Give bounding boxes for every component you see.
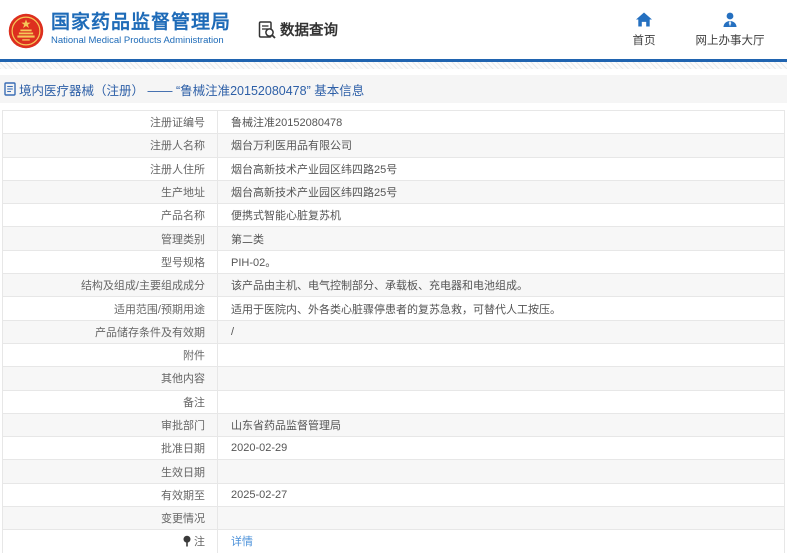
document-search-icon	[258, 20, 276, 39]
header: 国家药品监督管理局 National Medical Products Admi…	[0, 0, 787, 62]
row-value: 该产品由主机、电气控制部分、承载板、充电器和电池组成。	[231, 280, 528, 293]
data-query-button[interactable]: 数据查询	[257, 19, 338, 40]
row-label: 生产地址	[3, 180, 218, 204]
row-label: 备注	[3, 390, 218, 413]
row-value	[218, 460, 784, 482]
data-query-label: 数据查询	[280, 23, 339, 39]
row-value: 适用于医院内、外各类心脏骤停患者的复苏急救，可替代人工按压。	[231, 303, 561, 316]
row-label: 管理类别	[3, 227, 218, 250]
table-row: 注册人住所 烟台高新技术产业园区纬四路25号	[3, 157, 784, 181]
nav-service-hall[interactable]: 网上办事大厅	[687, 11, 773, 48]
row-label: 结构及组成/主要组成成分	[3, 274, 218, 297]
nav-service-hall-label: 网上办事大厅	[695, 35, 765, 47]
table-row: 生效日期	[3, 460, 784, 484]
row-label: 注	[3, 530, 218, 553]
site-title: 国家药品监督管理局	[51, 11, 232, 33]
row-value: 第二类	[231, 233, 264, 246]
row-value: 鲁械注准20152080478	[231, 117, 343, 130]
row-value: 烟台高新技术产业园区纬四路25号	[231, 163, 398, 176]
home-icon	[636, 12, 652, 27]
table-row: 变更情况	[3, 507, 784, 531]
breadcrumb-text: 境内医疗器械（注册） —— “鲁械注准20152080478” 基本信息	[19, 83, 365, 98]
row-label: 注册证编号	[3, 111, 218, 134]
row-label: 审批部门	[3, 413, 218, 437]
row-value: 2020-02-29	[231, 442, 288, 455]
table-row: 审批部门 山东省药品监督管理局	[3, 413, 784, 438]
row-value	[218, 507, 784, 529]
table-row: 其他内容	[3, 367, 784, 391]
row-label: 生效日期	[3, 460, 218, 483]
table-row: 注册证编号 鲁械注准20152080478	[3, 111, 784, 135]
row-value	[218, 391, 784, 413]
table-row: 附件	[3, 343, 784, 368]
row-label: 其他内容	[3, 367, 218, 390]
row-value	[218, 367, 784, 389]
row-value: 便携式智能心脏复苏机	[231, 210, 341, 223]
user-icon	[723, 12, 737, 27]
nav-home[interactable]: 首页	[601, 11, 687, 48]
table-row: 备注	[3, 390, 784, 414]
row-value: 山东省药品监督管理局	[231, 420, 341, 432]
row-label: 注册人住所	[3, 157, 218, 180]
national-emblem-logo	[8, 13, 44, 48]
row-label: 产品储存条件及有效期	[3, 320, 218, 343]
row-label: 变更情况	[3, 507, 218, 530]
site-title-block: 国家药品监督管理局 National Medical Products Admi…	[51, 11, 232, 46]
table-row: 结构及组成/主要组成成分 该产品由主机、电气控制部分、承载板、充电器和电池组成。	[3, 274, 784, 298]
table-row: 注册人名称 烟台万利医用品有限公司	[3, 134, 784, 158]
row-label: 型号规格	[3, 250, 218, 274]
row-value: /	[231, 325, 235, 338]
detail-link[interactable]: 详情	[231, 533, 253, 549]
table-row: 产品储存条件及有效期 /	[3, 320, 784, 344]
page-icon	[4, 82, 16, 96]
row-label: 附件	[3, 343, 218, 367]
row-value: 烟台高新技术产业园区纬四路25号	[231, 187, 398, 200]
table-row: 产品名称 便携式智能心脏复苏机	[3, 204, 784, 228]
table-row: 注详情	[3, 530, 784, 553]
info-table: 注册证编号 鲁械注准20152080478 注册人名称 烟台万利医用品有限公司 注册人住…	[2, 110, 785, 553]
row-value: 2025-02-27	[231, 488, 288, 501]
table-row: 批准日期 2020-02-29	[3, 437, 784, 461]
row-label: 产品名称	[3, 204, 218, 227]
row-value	[218, 344, 784, 366]
table-row: 适用范围/预期用途 适用于医院内、外各类心脏骤停患者的复苏急救，可替代人工按压。	[3, 297, 784, 321]
row-label: 适用范围/预期用途	[3, 297, 218, 320]
site-subtitle: National Medical Products Administration	[51, 34, 224, 46]
row-label: 批准日期	[3, 437, 218, 460]
row-value: 烟台万利医用品有限公司	[231, 140, 352, 153]
breadcrumb: 境内医疗器械（注册） —— “鲁械注准20152080478” 基本信息	[0, 75, 787, 103]
row-value: PIH-02。	[231, 256, 277, 269]
table-row: 生产地址 烟台高新技术产业园区纬四路25号	[3, 180, 784, 205]
pin-icon	[182, 535, 192, 547]
row-label: 有效期至	[3, 483, 218, 507]
table-row: 有效期至 2025-02-27	[3, 483, 784, 508]
table-row: 管理类别 第二类	[3, 227, 784, 251]
nav-home-label: 首页	[632, 35, 656, 47]
row-value: 详情	[218, 530, 784, 552]
row-label: 注册人名称	[3, 134, 218, 157]
hatch-divider	[0, 62, 787, 69]
table-row: 型号规格 PIH-02。	[3, 250, 784, 275]
